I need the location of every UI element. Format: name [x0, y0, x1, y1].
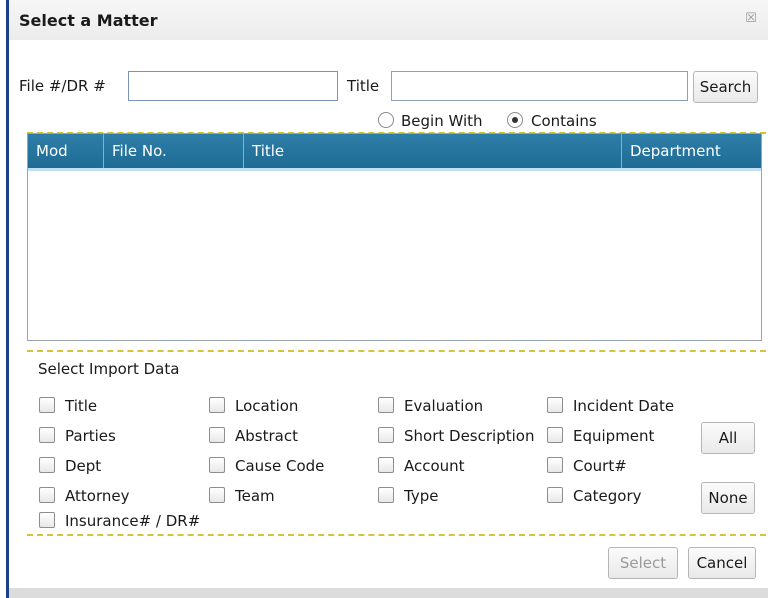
checkbox-court-label: Court# [573, 457, 627, 475]
select-none-button[interactable]: None [701, 482, 755, 514]
checkbox-incident-date[interactable] [547, 397, 563, 413]
checkbox-location[interactable] [209, 397, 225, 413]
checkbox-dept[interactable] [39, 457, 55, 473]
contains-label: Contains [531, 112, 597, 130]
checkbox-insurance-label: Insurance# / DR# [65, 512, 201, 530]
dialog-bottom-border [9, 588, 768, 598]
select-all-button[interactable]: All [701, 422, 755, 454]
checkbox-abstract-label: Abstract [235, 427, 298, 445]
checkbox-team[interactable] [209, 487, 225, 503]
checkbox-account-label: Account [404, 457, 465, 475]
checkbox-team-label: Team [235, 487, 275, 505]
radio-selected-dot [512, 117, 518, 123]
column-file-no[interactable]: File No. [104, 134, 244, 168]
dialog-title: Select a Matter [19, 11, 158, 30]
checkbox-attorney-label: Attorney [65, 487, 130, 505]
checkbox-short-description[interactable] [378, 427, 394, 443]
checkbox-cause-code-label: Cause Code [235, 457, 325, 475]
checkbox-insurance[interactable] [39, 512, 55, 528]
checkbox-court[interactable] [547, 457, 563, 473]
checkbox-location-label: Location [235, 397, 299, 415]
checkbox-account[interactable] [378, 457, 394, 473]
import-heading: Select Import Data [38, 360, 180, 378]
checkbox-short-description-label: Short Description [404, 427, 535, 445]
contains-radio[interactable] [507, 112, 523, 128]
checkbox-category[interactable] [547, 487, 563, 503]
checkbox-equipment[interactable] [547, 427, 563, 443]
checkbox-dept-label: Dept [65, 457, 102, 475]
results-grid[interactable]: Mod File No. Title Department [27, 133, 762, 341]
column-department[interactable]: Department [622, 134, 761, 168]
checkbox-title[interactable] [39, 397, 55, 413]
begin-with-radio[interactable] [378, 112, 394, 128]
dialog-titlebar: Select a Matter ☒ [9, 0, 768, 40]
checkbox-evaluation[interactable] [378, 397, 394, 413]
column-mod[interactable]: Mod [28, 134, 104, 168]
file-number-label: File #/DR # [19, 77, 106, 95]
select-button[interactable]: Select [608, 547, 678, 579]
checkbox-equipment-label: Equipment [573, 427, 655, 445]
title-label: Title [347, 77, 380, 95]
checkbox-parties-label: Parties [65, 427, 116, 445]
file-number-input[interactable] [128, 71, 338, 101]
checkbox-category-label: Category [573, 487, 642, 505]
checkbox-type[interactable] [378, 487, 394, 503]
checkbox-cause-code[interactable] [209, 457, 225, 473]
grid-separator [27, 350, 766, 352]
select-matter-dialog: Select a Matter ☒ File #/DR # Title Sear… [6, 0, 768, 598]
checkbox-abstract[interactable] [209, 427, 225, 443]
footer-separator [27, 534, 766, 536]
title-input[interactable] [391, 71, 688, 101]
checkbox-type-label: Type [404, 487, 439, 505]
grid-header: Mod File No. Title Department [28, 134, 761, 171]
begin-with-label: Begin With [401, 112, 483, 130]
checkbox-evaluation-label: Evaluation [404, 397, 484, 415]
cancel-button[interactable]: Cancel [688, 547, 756, 579]
checkbox-attorney[interactable] [39, 487, 55, 503]
checkbox-incident-date-label: Incident Date [573, 397, 675, 415]
column-title[interactable]: Title [244, 134, 622, 168]
search-button[interactable]: Search [693, 71, 758, 103]
checkbox-title-label: Title [65, 397, 98, 415]
checkbox-parties[interactable] [39, 427, 55, 443]
close-icon[interactable]: ☒ [744, 12, 758, 26]
